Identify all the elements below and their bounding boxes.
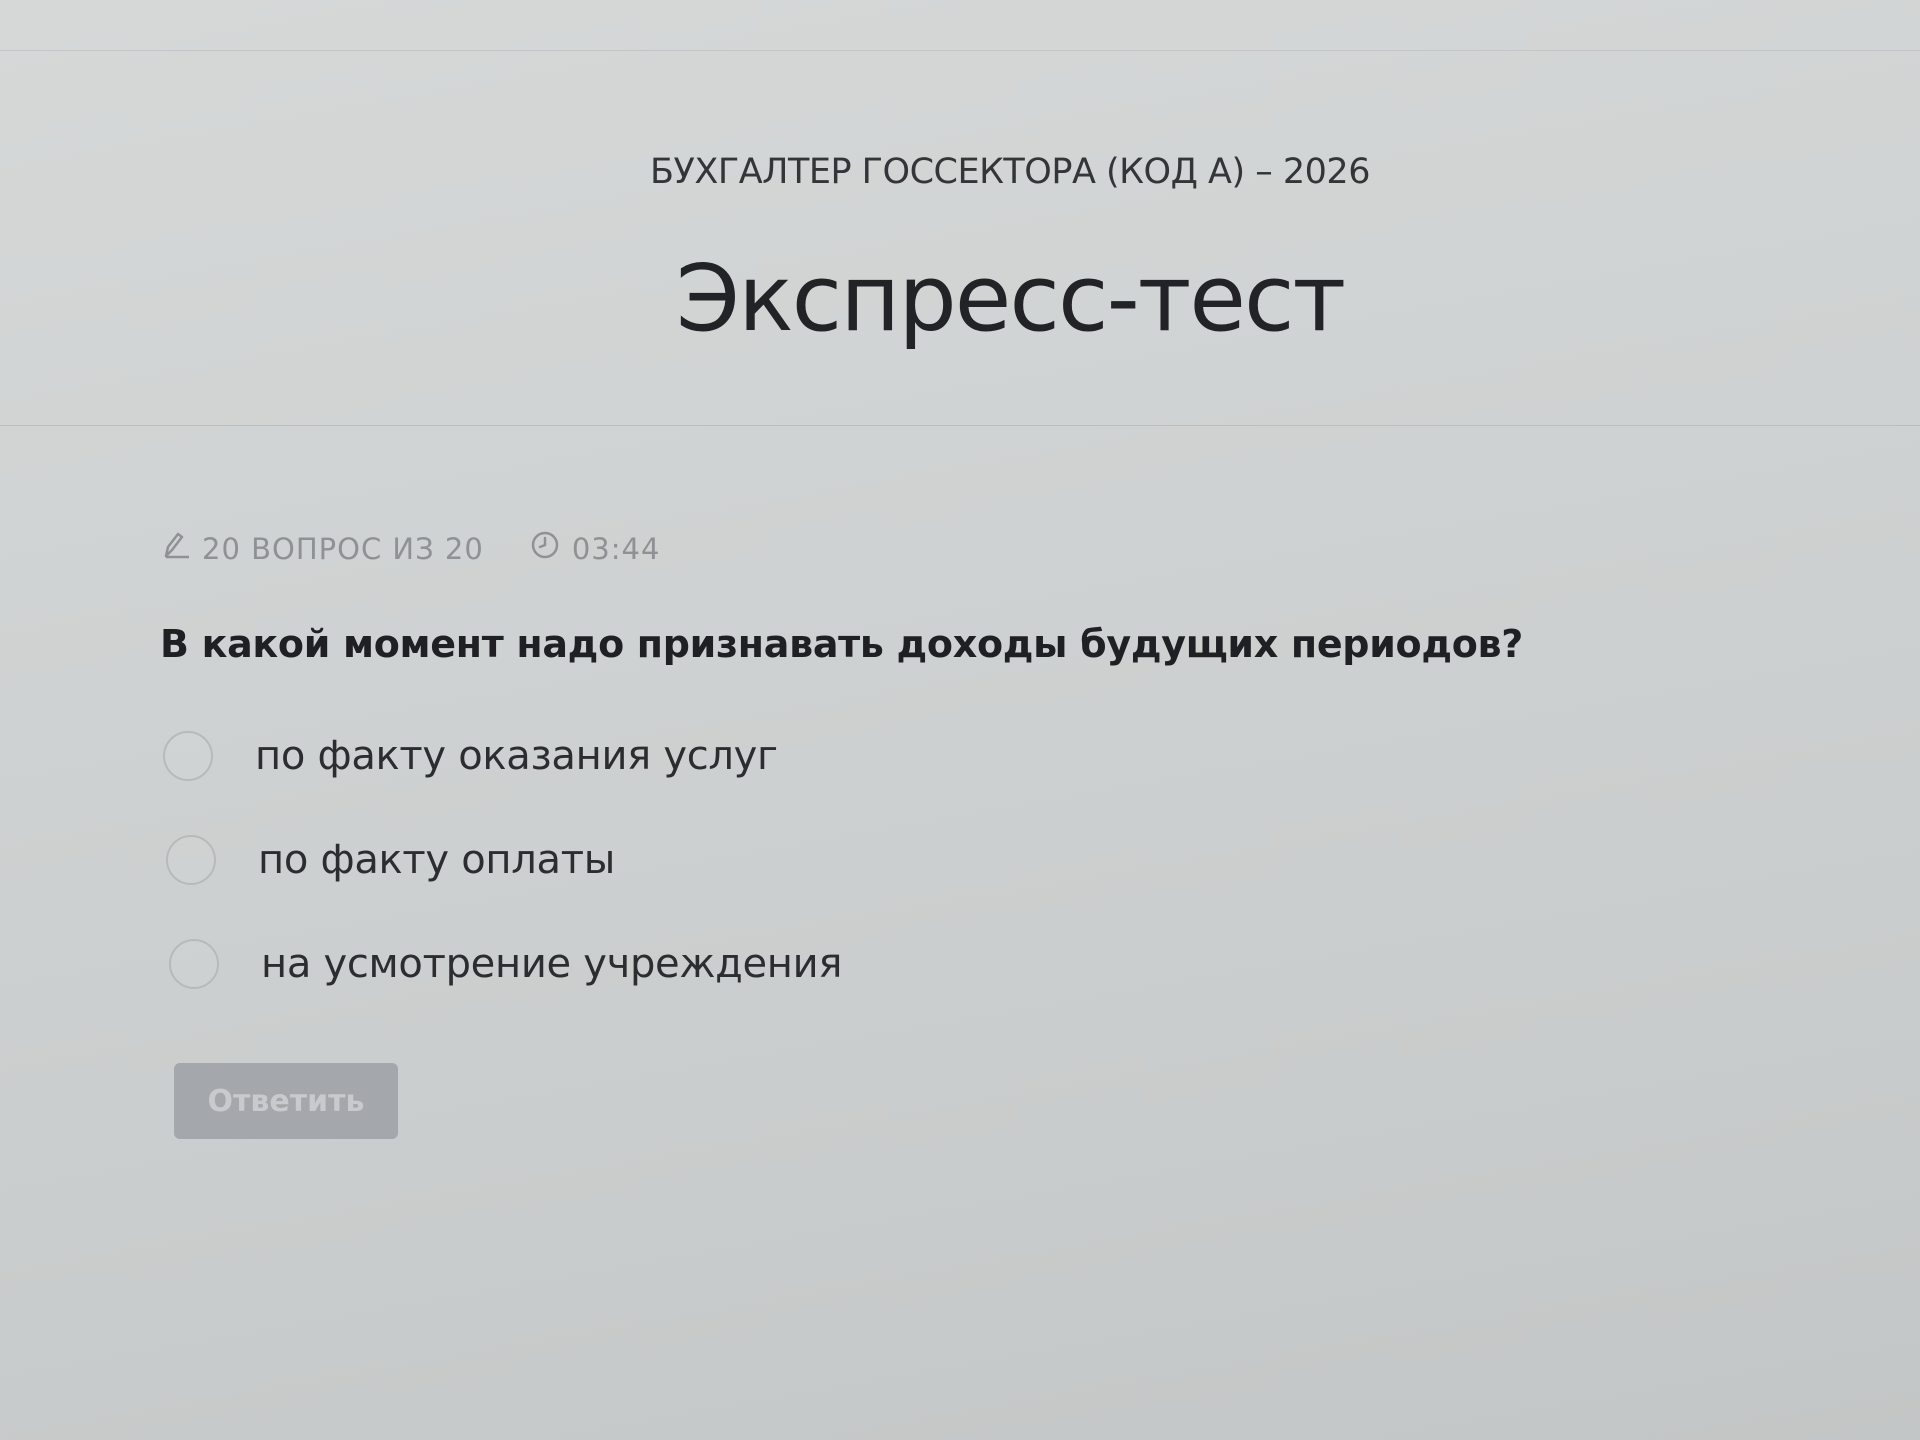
header-divider [0,425,1920,426]
answer-option[interactable]: по факту оплаты [166,832,842,888]
page-header: БУХГАЛТЕР ГОССЕКТОРА (КОД А) – 2026 Эксп… [0,0,1920,425]
submit-answer-button[interactable]: Ответить [174,1063,398,1139]
radio-button[interactable] [169,939,219,989]
answer-options: по факту оказания услуг по факту оплаты … [163,728,842,1040]
question-counter: 20 ВОПРОС ИЗ 20 [160,530,484,567]
answer-option-label[interactable]: по факту оплаты [258,837,615,883]
page-title: Экспресс-тест [675,245,1346,352]
course-title: БУХГАЛТЕР ГОССЕКТОРА (КОД А) – 2026 [650,152,1370,192]
radio-button[interactable] [166,835,216,885]
clock-icon [530,530,560,567]
question-counter-text: 20 ВОПРОС ИЗ 20 [202,531,484,566]
radio-button[interactable] [163,731,213,781]
answer-option-label[interactable]: на усмотрение учреждения [261,941,842,987]
pencil-icon [160,530,190,567]
answer-option[interactable]: по факту оказания услуг [163,728,842,784]
answer-option[interactable]: на усмотрение учреждения [169,936,842,992]
question-meta: 20 ВОПРОС ИЗ 20 03:44 [160,530,660,567]
question-timer: 03:44 [530,530,661,567]
question-text: В какой момент надо признавать доходы бу… [160,622,1524,666]
timer-text: 03:44 [571,531,661,566]
answer-option-label[interactable]: по факту оказания услуг [255,733,778,779]
